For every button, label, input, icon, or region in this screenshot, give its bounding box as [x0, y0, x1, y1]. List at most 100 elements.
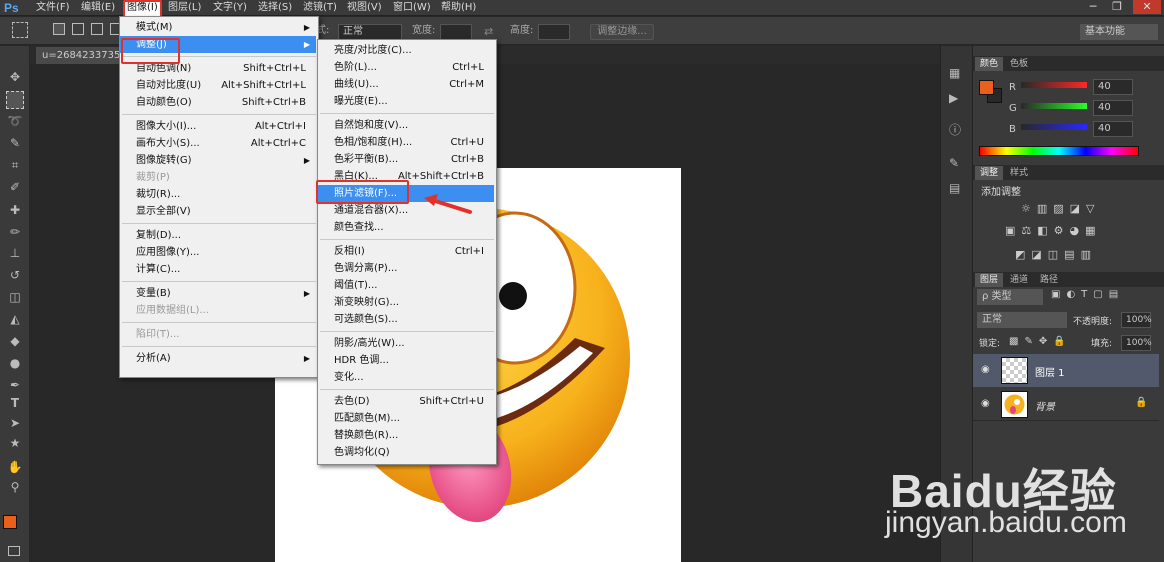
tab-channels[interactable]: 通道 [1005, 273, 1033, 287]
type-tool-icon[interactable]: T [6, 394, 24, 412]
restore-icon[interactable]: ❐ [1107, 0, 1127, 14]
channel-g-input[interactable]: 40 [1093, 100, 1133, 116]
adjust-menu-item[interactable]: 变化... [318, 369, 494, 386]
image-menu-item[interactable]: 图像旋转(G) ▶ [120, 152, 316, 169]
history-brush-tool-icon[interactable]: ↺ [6, 266, 24, 284]
background-layer-name[interactable]: 背景 [1035, 398, 1055, 413]
pen-tool-icon[interactable]: ✒ [6, 376, 24, 394]
add-selection-icon[interactable] [72, 23, 84, 35]
eraser-tool-icon[interactable]: ◫ [6, 288, 24, 306]
workspace-select[interactable]: 基本功能 [1080, 24, 1158, 40]
paint-bucket-tool-icon[interactable]: ◭ [6, 310, 24, 328]
layer-1-name[interactable]: 图层 1 [1035, 364, 1065, 379]
image-menu-item[interactable]: 变量(B) ▶ [120, 285, 316, 302]
adjust-menu-item[interactable]: 自然饱和度(V)... [318, 117, 494, 134]
path-select-tool-icon[interactable]: ➤ [6, 414, 24, 432]
new-selection-icon[interactable] [53, 23, 65, 35]
adjust-menu-item[interactable]: 反相(I) Ctrl+I [318, 243, 494, 260]
adjust-menu-item[interactable]: 匹配颜色(M)... [318, 410, 494, 427]
adjust-icons-row-1[interactable]: ☼▥▨◪▽ [1021, 202, 1101, 215]
healing-brush-tool-icon[interactable]: ✚ [6, 201, 24, 219]
adjust-menu-item[interactable]: 曲线(U)... Ctrl+M [318, 76, 494, 93]
opacity-input[interactable]: 100% [1121, 312, 1152, 328]
lock-icons[interactable]: ▩✎✥🔒 [1009, 336, 1072, 347]
adjust-icons-row-3[interactable]: ◩◪◫▤▥ [1015, 248, 1097, 261]
lasso-tool-icon[interactable]: ➰ [6, 112, 24, 130]
tab-paths[interactable]: 路径 [1035, 273, 1063, 287]
shape-tool-icon[interactable]: ★ [6, 434, 24, 452]
height-input[interactable] [538, 24, 570, 40]
tab-color[interactable]: 颜色 [975, 57, 1004, 71]
tab-styles[interactable]: 样式 [1005, 166, 1033, 180]
subtract-selection-icon[interactable] [91, 23, 103, 35]
image-menu-item[interactable]: 计算(C)... [120, 261, 316, 278]
tab-swatches[interactable]: 色板 [1005, 57, 1033, 71]
layer-row-background[interactable]: ◉ 背景 🔒 [973, 388, 1159, 421]
quick-mask-icon[interactable] [8, 546, 20, 556]
eyedropper-tool-icon[interactable]: ✐ [6, 178, 24, 196]
refine-edge-button[interactable]: 调整边缘... [590, 24, 654, 40]
menu-window[interactable]: 窗口(W) [390, 0, 434, 16]
image-menu-item[interactable]: 自动对比度(U) Alt+Shift+Ctrl+L [120, 77, 316, 94]
actions-panel-icon[interactable]: ▶ [949, 91, 965, 107]
adjust-menu-item[interactable]: 替换颜色(R)... [318, 427, 494, 444]
menu-layer[interactable]: 图层(L) [165, 0, 204, 16]
channel-b-input[interactable]: 40 [1093, 121, 1133, 137]
swap-icon[interactable]: ⇄ [484, 25, 493, 38]
adjust-icons-row-2[interactable]: ▣⚖◧⚙◕▦ [1005, 224, 1102, 237]
brush-panel-icon[interactable]: ✎ [949, 156, 965, 172]
menu-edit[interactable]: 编辑(E) [78, 0, 118, 16]
marquee-tool-icon[interactable] [6, 91, 24, 109]
channel-b-slider[interactable] [1021, 124, 1087, 130]
channel-g-slider[interactable] [1021, 103, 1087, 109]
clone-source-panel-icon[interactable]: ▤ [949, 181, 965, 197]
adjust-menu-item[interactable]: 色相/饱和度(H)... Ctrl+U [318, 134, 494, 151]
hand-tool-icon[interactable]: ✋ [6, 458, 24, 476]
layer-filter-icons[interactable]: ▣◐T▢▤ [1051, 289, 1124, 300]
blur-tool-icon[interactable]: ◆ [6, 332, 24, 350]
image-menu-item[interactable]: 分析(A) ▶ [120, 350, 316, 367]
menu-help[interactable]: 帮助(H) [438, 0, 479, 16]
fill-input[interactable]: 100% [1121, 335, 1152, 351]
background-visibility-icon[interactable]: ◉ [981, 398, 990, 409]
adjust-menu-item[interactable]: 可选颜色(S)... [318, 311, 494, 328]
adjust-menu-item[interactable]: 阈值(T)... [318, 277, 494, 294]
blend-mode-select[interactable]: 正常 [977, 312, 1067, 328]
info-panel-icon[interactable]: ⓘ [949, 121, 965, 137]
clone-stamp-tool-icon[interactable]: ⊥ [6, 244, 24, 262]
adjust-menu-item[interactable]: 曝光度(E)... [318, 93, 494, 110]
channel-r-input[interactable]: 40 [1093, 79, 1133, 95]
close-icon[interactable]: ✕ [1133, 0, 1161, 14]
adjust-menu-item[interactable]: 阴影/高光(W)... [318, 335, 494, 352]
quick-select-tool-icon[interactable]: ✎ [6, 134, 24, 152]
color-spectrum-bar[interactable] [979, 146, 1139, 156]
dodge-tool-icon[interactable]: ● [6, 354, 24, 372]
image-menu-item[interactable]: 应用图像(Y)... [120, 244, 316, 261]
image-menu-item[interactable]: 模式(M) ▶ [120, 19, 316, 36]
menu-select[interactable]: 选择(S) [255, 0, 295, 16]
image-menu-item[interactable]: 自动颜色(O) Shift+Ctrl+B [120, 94, 316, 111]
history-panel-icon[interactable]: ▦ [949, 66, 965, 82]
adjust-menu-item[interactable]: 去色(D) Shift+Ctrl+U [318, 393, 494, 410]
tab-layers[interactable]: 图层 [975, 273, 1004, 287]
marquee-preset-icon[interactable] [12, 22, 28, 38]
adjust-menu-item[interactable]: 渐变映射(G)... [318, 294, 494, 311]
adjust-menu-item[interactable]: 色阶(L)... Ctrl+L [318, 59, 494, 76]
menu-filter[interactable]: 滤镜(T) [300, 0, 340, 16]
width-input[interactable] [440, 24, 472, 40]
foreground-color-swatch[interactable] [3, 515, 17, 529]
adjust-menu-item[interactable]: 色调均化(Q) [318, 444, 494, 461]
image-menu-item[interactable]: 显示全部(V) [120, 203, 316, 220]
menu-type[interactable]: 文字(Y) [210, 0, 250, 16]
image-menu-item[interactable]: 裁切(R)... [120, 186, 316, 203]
adjust-menu-item[interactable]: HDR 色调... [318, 352, 494, 369]
crop-tool-icon[interactable]: ⌗ [6, 156, 24, 174]
move-tool-icon[interactable]: ✥ [6, 68, 24, 86]
minimize-icon[interactable]: ─ [1083, 0, 1103, 14]
menu-view[interactable]: 视图(V) [344, 0, 385, 16]
adjust-menu-item[interactable]: 色彩平衡(B)... Ctrl+B [318, 151, 494, 168]
zoom-tool-icon[interactable]: ⚲ [6, 478, 24, 496]
style-select[interactable]: 正常 [338, 24, 402, 40]
layer-filter-select[interactable]: ρ 类型 [977, 289, 1043, 305]
tab-adjustments[interactable]: 调整 [975, 166, 1004, 180]
